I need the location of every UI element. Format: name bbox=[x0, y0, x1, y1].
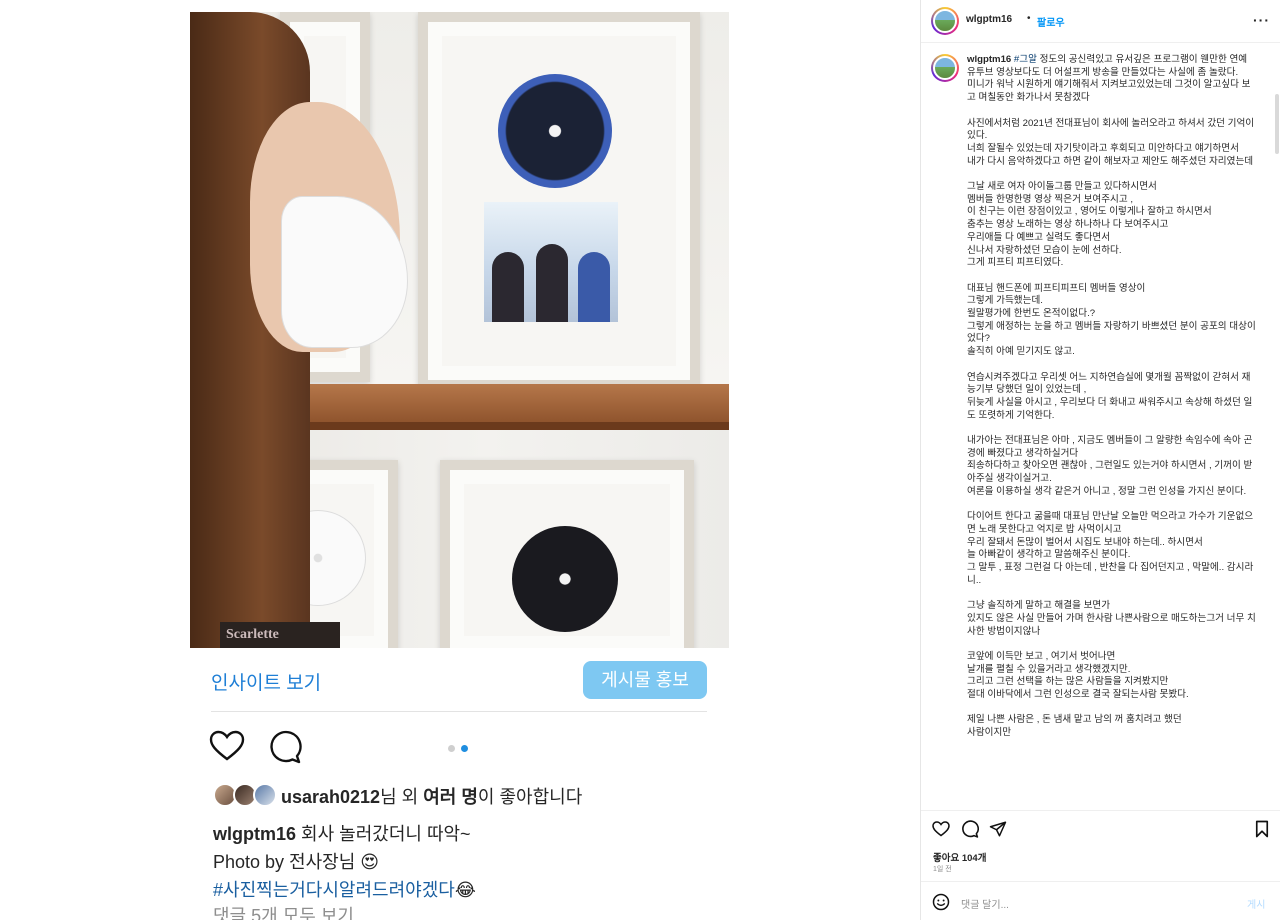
photo-frame-top bbox=[418, 12, 700, 390]
caption-hashtag[interactable]: #사진찍는거다시알려드려야겠다 bbox=[213, 880, 455, 900]
photo-figure bbox=[578, 252, 610, 322]
caption-line: 대표님 핸드폰에 피프티피프티 멤버들 영상이 bbox=[967, 282, 1146, 294]
view-all-comments-link[interactable]: 댓글 5개 모두 보기 bbox=[213, 902, 354, 920]
comment-icon[interactable] bbox=[268, 730, 302, 764]
caption-hashtag-emoji: 😂 bbox=[454, 880, 476, 900]
comment-icon[interactable] bbox=[961, 820, 979, 838]
liked-by-suffix: 님 외 bbox=[380, 787, 424, 807]
caption-line: 신나서 자랑하셨던 모습이 눈에 선하다. bbox=[967, 244, 1122, 256]
photo-figure bbox=[492, 252, 524, 322]
insights-link[interactable]: 인사이트 보기 bbox=[211, 668, 321, 695]
caption-line: 그리고 그런 선택을 하는 많은 사람들을 지켜봤지만 bbox=[967, 676, 1169, 688]
caption-line: 사진에서처럼 2021년 전대표님이 회사에 놀러오라고 하셔서 갔던 기억이있… bbox=[967, 117, 1255, 142]
bookmark-icon[interactable] bbox=[1254, 820, 1270, 838]
avatar bbox=[253, 783, 277, 807]
caption-line: 멤버들 한명한명 영상 찍은거 보여주시고 , bbox=[967, 193, 1134, 205]
liked-by-end: 이 좋아합니다 bbox=[477, 787, 583, 807]
caption-line: 그게 피프티 피프티였다. bbox=[967, 257, 1064, 269]
caption-line: 절대 이바닥에서 그런 인성으로 결국 잘되는사람 못봤다. bbox=[967, 689, 1189, 701]
heart-icon[interactable] bbox=[209, 730, 245, 762]
liked-by-user[interactable]: usarah0212 bbox=[281, 787, 380, 807]
photo-figure bbox=[536, 244, 568, 322]
caption-line: 춤추는 영상 노래하는 영상 하나하나 다 보여주시고 bbox=[967, 219, 1169, 231]
carousel-dot[interactable] bbox=[448, 745, 455, 752]
photo-scarlette-label: Scarlette bbox=[220, 622, 340, 648]
post-detail-panel: wlgptm16 • 팔로우 ··· wlgptm16 #그알 정도의 공신력있… bbox=[920, 0, 1280, 920]
header-username[interactable]: wlgptm16 bbox=[966, 14, 1012, 25]
photo-booklet bbox=[484, 202, 618, 322]
photo-cd-top bbox=[498, 74, 612, 188]
caption-line: 사람이지만 bbox=[967, 727, 1012, 739]
emoji-icon[interactable] bbox=[932, 893, 950, 911]
caption-full-text: wlgptm16 #그알 정도의 공신력있고 유서깊은 프로그램이 웬만한 연예… bbox=[967, 54, 1257, 740]
liked-by-others[interactable]: 여러 명 bbox=[423, 787, 478, 807]
comment-bar: 댓글 달기... 게시 bbox=[921, 881, 1280, 920]
caption-first-line: wlgptm16 #그알 정도의 공신력있고 유서깊은 프로그램이 웬만한 연예… bbox=[967, 54, 1257, 79]
like-count[interactable]: 좋아요 104개 bbox=[933, 850, 986, 864]
caption-line: 여론을 이용하실 생각 같은거 아니고 , 정말 그런 인성을 가지신 분이다. bbox=[967, 485, 1247, 497]
caption-line: 죄송하다하고 찾아오면 괜찮아 , 그런일도 있는거야 하시면서 , 기꺼이 받… bbox=[967, 460, 1253, 485]
caption-line: 코앞에 이득만 보고 , 여기서 벗어나면 bbox=[967, 650, 1116, 662]
caption-line: 연습시켜주겠다고 우리셋 어느 지하연습실에 몇개월 꼼짝없이 갇혀서 재능기부… bbox=[967, 371, 1251, 396]
caption-line: 그날 새로 여자 아이돌그룹 만들고 있다하시면서 bbox=[967, 181, 1157, 192]
caption-line-2: Photo by 전사장님 😍 bbox=[213, 852, 380, 872]
caption-hashtag[interactable]: #그알 bbox=[1014, 54, 1037, 65]
liked-by-row[interactable]: usarah0212님 외 여러 명이 좋아합니다 bbox=[213, 783, 582, 809]
caption-line: 그냥 솔직하게 말하고 해결을 보면가 bbox=[967, 600, 1111, 612]
caption-line: 있지도 않은 사실 만들어 가며 한사람 나쁜사람으로 매도하는그거 너무 치사… bbox=[967, 612, 1256, 637]
avatar[interactable] bbox=[931, 7, 959, 35]
caption-line: 그렇게 애정하는 눈을 하고 멤버들 자랑하기 바쁘셨던 분이 공포의 대상이었… bbox=[967, 320, 1256, 345]
caption-line: 내가아는 전대표님은 아마 , 지금도 멤버들이 그 알량한 속임수에 속아 곤… bbox=[967, 435, 1253, 459]
caption-line: 이 친구는 이런 장점이있고 , 영어도 이렇게나 잘하고 하시면서 bbox=[967, 206, 1212, 218]
promote-button[interactable]: 게시물 홍보 bbox=[583, 661, 707, 699]
post-comment-button[interactable]: 게시 bbox=[1247, 896, 1265, 911]
more-options-icon[interactable]: ··· bbox=[1253, 12, 1270, 28]
caption-username[interactable]: wlgptm16 bbox=[213, 824, 296, 844]
photo-frame-bottom-right bbox=[440, 460, 694, 648]
heart-icon[interactable] bbox=[932, 821, 950, 837]
panel-header: wlgptm16 • 팔로우 ··· bbox=[921, 0, 1280, 43]
caption-line: 날개를 펼칠 수 있을거라고 생각했겠지만. bbox=[967, 663, 1131, 675]
caption-line: 우리 잘돼서 돈많이 벌어서 시집도 보내야 하는데.. 하시면서 bbox=[967, 536, 1203, 548]
photo-shelf-edge bbox=[310, 422, 729, 430]
caption-line: 너희 잘될수 있었는데 자기탓이라고 후회되고 미안하다고 얘기하면서 bbox=[967, 142, 1239, 154]
scrollbar[interactable] bbox=[1275, 94, 1279, 154]
caption-line: 월말평가에 한번도 온적이없다.? bbox=[967, 308, 1096, 320]
caption-scroll-area[interactable]: wlgptm16 #그알 정도의 공신력있고 유서깊은 프로그램이 웬만한 연예… bbox=[921, 44, 1280, 810]
divider bbox=[211, 711, 707, 712]
caption-text: 회사 놀러갔더니 따악~ bbox=[296, 824, 471, 844]
follow-button[interactable]: 팔로우 bbox=[1037, 14, 1065, 29]
post-time[interactable]: 1일 전 bbox=[933, 864, 952, 874]
caption-username[interactable]: wlgptm16 bbox=[967, 54, 1011, 65]
caption-line: 솔직히 아예 믿기지도 않고. bbox=[967, 346, 1075, 358]
photo-cd-dark bbox=[512, 526, 618, 632]
avatar[interactable] bbox=[931, 54, 959, 82]
caption-line: 그렇게 가득했는데. bbox=[967, 295, 1043, 307]
caption-hashtag-line: #사진찍는거다시알려드려야겠다😂 bbox=[213, 876, 476, 904]
caption-line: 다이어트 한다고 굶을때 대표님 만난날 오늘만 먹으라고 가수가 기운없으면 … bbox=[967, 511, 1254, 535]
caption-line: 뒤늦게 사실을 아시고 , 우리보다 더 화내고 싸워주시고 속상해 하셨던 일… bbox=[967, 396, 1253, 421]
caption-line: 미니가 워낙 시원하게 얘기해줘서 지켜보고있었는데 그것이 알고싶다 보고 며… bbox=[967, 79, 1251, 104]
liker-avatars bbox=[213, 783, 281, 809]
post-caption: wlgptm16 회사 놀러갔더니 따악~ Photo by 전사장님 😍 #사… bbox=[213, 820, 476, 904]
carousel-dot-active[interactable] bbox=[461, 745, 468, 752]
post-media-area: Scarlette 인사이트 보기 게시물 홍보 usarah0212님 외 여… bbox=[0, 0, 920, 920]
carousel-dots bbox=[448, 739, 474, 757]
caption-line: wlgptm16 회사 놀러갔더니 따악~ bbox=[213, 820, 476, 848]
post-photo[interactable]: Scarlette bbox=[190, 12, 729, 648]
caption-line: 우리애들 다 예쁘고 실력도 좋다면서 bbox=[967, 231, 1111, 243]
header-separator: • bbox=[1027, 13, 1031, 24]
caption-line: 늘 아빠같이 생각하고 말씀해주신 분이다. bbox=[967, 549, 1131, 561]
caption-line: 그 말투 , 표정 그런걸 다 아는데 , 반찬을 다 집어던지고 , 막말에.… bbox=[967, 562, 1254, 586]
share-icon[interactable] bbox=[989, 820, 1007, 838]
caption-line: 제일 나쁜 사람은 , 돈 냄새 맡고 남의 꺼 훔치려고 했던 bbox=[967, 714, 1182, 726]
comment-input[interactable]: 댓글 달기... bbox=[961, 896, 1009, 911]
caption-line: 내가 다시 음악하겠다고 하면 같이 해보자고 제안도 해주셨던 자리였는데 bbox=[967, 155, 1254, 167]
panel-actions: 좋아요 104개 1일 전 댓글 달기... 게시 bbox=[921, 810, 1280, 920]
screen: Scarlette 인사이트 보기 게시물 홍보 usarah0212님 외 여… bbox=[0, 0, 1280, 920]
liked-by-text: usarah0212님 외 여러 명이 좋아합니다 bbox=[281, 783, 582, 809]
